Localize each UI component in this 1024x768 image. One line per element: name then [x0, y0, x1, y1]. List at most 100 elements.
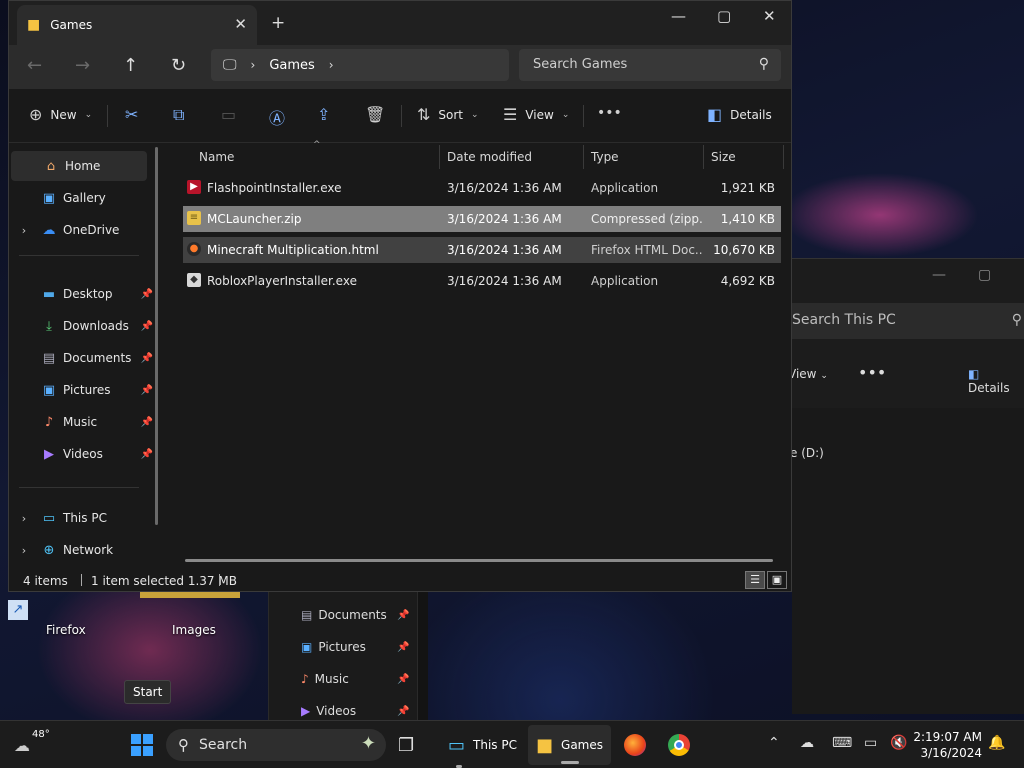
file-row-flashpoint[interactable]: ▶ FlashpointInstaller.exe 3/16/2024 1:36… — [183, 175, 781, 201]
chevron-right-icon[interactable]: › — [9, 512, 39, 525]
column-divider[interactable] — [439, 145, 440, 169]
sort-arrows-icon: ⇅ — [417, 105, 431, 124]
taskbar-app-firefox[interactable] — [624, 721, 646, 768]
sidebar-scrollbar[interactable] — [155, 147, 158, 525]
system-clock[interactable]: 2:19:07 AM 3/16/2024 — [912, 729, 982, 761]
breadcrumb-chevron-icon[interactable]: › — [251, 58, 256, 72]
file-date: 3/16/2024 1:36 AM — [447, 243, 562, 257]
explorer-window[interactable]: ■ Games ✕ + — ▢ ✕ ← → ↑ ↻ 🖵 › Games › Se… — [8, 0, 792, 592]
view-button[interactable]: ☰ View ⌄ — [503, 105, 569, 124]
breadcrumb-chevron-icon[interactable]: › — [329, 58, 334, 72]
more-options-icon[interactable]: ••• — [858, 363, 886, 382]
details-pane-icon: ◧ — [707, 105, 723, 124]
sidebar-item-home[interactable]: ⌂ Home — [11, 151, 147, 181]
start-button[interactable] — [124, 721, 160, 768]
details-view-button[interactable]: ☰ — [745, 571, 765, 589]
pin-icon[interactable]: 📌 — [141, 353, 153, 364]
column-divider[interactable] — [583, 145, 584, 169]
back-sidebar-music[interactable]: ♪ Music 📌 — [301, 672, 409, 686]
file-date: 3/16/2024 1:36 AM — [447, 181, 562, 195]
weather-widget[interactable]: ☁ 48° — [14, 721, 50, 768]
delete-button[interactable]: 🗑 — [365, 105, 385, 124]
cloud-offline-icon[interactable]: ☁ — [800, 735, 814, 751]
back-sidebar-videos[interactable]: ▶ Videos 📌 — [301, 704, 409, 718]
close-tab-icon[interactable]: ✕ — [234, 15, 247, 33]
chevron-up-icon[interactable]: ⌃ — [768, 735, 780, 751]
keyboard-icon[interactable]: ⌨ — [832, 735, 852, 751]
minimize-button[interactable]: — — [671, 7, 686, 25]
pin-icon[interactable]: 📌 — [141, 417, 153, 428]
cut-button[interactable]: ✂ — [125, 105, 138, 124]
file-row-roblox[interactable]: ◆ RobloxPlayerInstaller.exe 3/16/2024 1:… — [183, 268, 781, 294]
copy-button[interactable]: ⧉ — [173, 105, 184, 125]
column-header-date[interactable]: Date modified — [447, 143, 583, 169]
up-arrow-icon[interactable]: ↑ — [123, 55, 138, 76]
volume-muted-icon[interactable]: 🔇 — [890, 735, 907, 751]
file-row-minecraft-html[interactable]: ● Minecraft Multiplication.html 3/16/202… — [183, 237, 781, 263]
chevron-right-icon[interactable]: › — [9, 544, 39, 557]
sidebar-item-this-pc[interactable]: › ▭ This PC — [9, 503, 155, 533]
sort-button[interactable]: ⇅ Sort ⌄ — [417, 105, 479, 124]
desktop-icon: ▬ — [42, 286, 56, 302]
back-window-this-pc[interactable]: — ▢ Search This PC ⚲ View ⌄ ••• ◧ Detail… — [788, 258, 1024, 408]
back-details-button[interactable]: ◧ Details — [968, 367, 1024, 395]
search-input[interactable]: Search Games ⚲ — [519, 49, 781, 81]
taskbar-app-chrome[interactable] — [668, 721, 690, 768]
notification-bell-icon[interactable]: 🔔 — [988, 735, 1005, 751]
back-view-button[interactable]: View ⌄ — [788, 367, 828, 381]
column-header-type[interactable]: Type — [591, 143, 703, 169]
pin-icon[interactable]: 📌 — [141, 449, 153, 460]
address-bar[interactable]: 🖵 › Games › — [211, 49, 509, 81]
view-list-icon: ☰ — [503, 105, 518, 124]
minimize-icon[interactable]: — — [932, 267, 946, 283]
taskbar: ☁ 48° ⚲ Search ✦ ❐ ▭ This PC ■ Games ⌃ ☁… — [0, 720, 1024, 768]
paste-button[interactable]: ▭ — [221, 105, 236, 124]
column-divider[interactable] — [783, 145, 784, 169]
share-button[interactable]: ⇪ — [317, 105, 330, 124]
back-arrow-icon[interactable]: ← — [27, 55, 42, 76]
file-row-mclauncher[interactable]: ≡ MCLauncher.zip 3/16/2024 1:36 AM Compr… — [183, 206, 781, 232]
forward-arrow-icon[interactable]: → — [75, 55, 90, 76]
see-more-button[interactable]: ••• — [597, 105, 622, 121]
pin-icon[interactable]: 📌 — [141, 385, 153, 396]
details-button[interactable]: ◧ Details — [707, 105, 772, 124]
rename-button[interactable]: Ⓐ — [269, 105, 285, 129]
taskbar-app-games[interactable]: ■ Games — [528, 725, 611, 765]
navigation-bar: ← → ↑ ↻ 🖵 › Games › Search Games ⚲ — [9, 45, 791, 89]
desktop-icon-firefox-label[interactable]: Firefox — [46, 623, 86, 637]
refresh-icon[interactable]: ↻ — [171, 55, 186, 76]
sidebar-item-documents[interactable]: ▤ Documents 📌 — [9, 343, 155, 373]
drive-label[interactable]: e (D:) — [790, 446, 824, 460]
column-divider[interactable] — [703, 145, 704, 169]
new-button[interactable]: ⊕ New ⌄ — [29, 105, 92, 124]
maximize-button[interactable]: ▢ — [717, 7, 731, 25]
breadcrumb-games[interactable]: Games — [269, 58, 314, 73]
taskbar-app-this-pc[interactable]: ▭ This PC — [442, 721, 523, 768]
close-window-button[interactable]: ✕ — [763, 7, 776, 25]
maximize-icon[interactable]: ▢ — [978, 267, 991, 283]
sidebar-item-music[interactable]: ♪ Music 📌 — [9, 407, 155, 437]
sidebar-item-videos[interactable]: ▶ Videos 📌 — [9, 439, 155, 469]
taskbar-search-box[interactable]: ⚲ Search ✦ — [166, 729, 386, 761]
tiles-view-button[interactable]: ▣ — [767, 571, 787, 589]
sidebar-item-onedrive[interactable]: › ☁ OneDrive — [9, 215, 155, 245]
back-sidebar-pictures[interactable]: ▣ Pictures 📌 — [301, 640, 409, 654]
sidebar-item-downloads[interactable]: ⤓ Downloads 📌 — [9, 311, 155, 341]
back-search-input[interactable]: Search This PC ⚲ — [792, 303, 1024, 339]
sidebar-item-pictures[interactable]: ▣ Pictures 📌 — [9, 375, 155, 405]
display-icon[interactable]: ▭ — [864, 735, 877, 751]
sidebar-item-gallery[interactable]: ▣ Gallery — [9, 183, 155, 213]
sidebar-item-desktop[interactable]: ▬ Desktop 📌 — [9, 279, 155, 309]
back-sidebar-documents[interactable]: ▤ Documents 📌 — [301, 608, 409, 622]
task-view-button[interactable]: ❐ — [398, 721, 414, 768]
horizontal-scrollbar[interactable] — [185, 559, 773, 562]
pin-icon[interactable]: 📌 — [141, 321, 153, 332]
new-tab-button[interactable]: + — [271, 13, 285, 33]
sidebar-item-network[interactable]: › ⊕ Network — [9, 535, 155, 565]
title-bar[interactable]: ■ Games ✕ + — ▢ ✕ — [9, 1, 791, 45]
column-header-size[interactable]: Size — [711, 143, 781, 169]
tab-games[interactable]: ■ Games ✕ — [17, 5, 257, 45]
pin-icon[interactable]: 📌 — [141, 289, 153, 300]
desktop-icon-images-label[interactable]: Images — [172, 623, 216, 637]
chevron-right-icon[interactable]: › — [9, 224, 39, 237]
